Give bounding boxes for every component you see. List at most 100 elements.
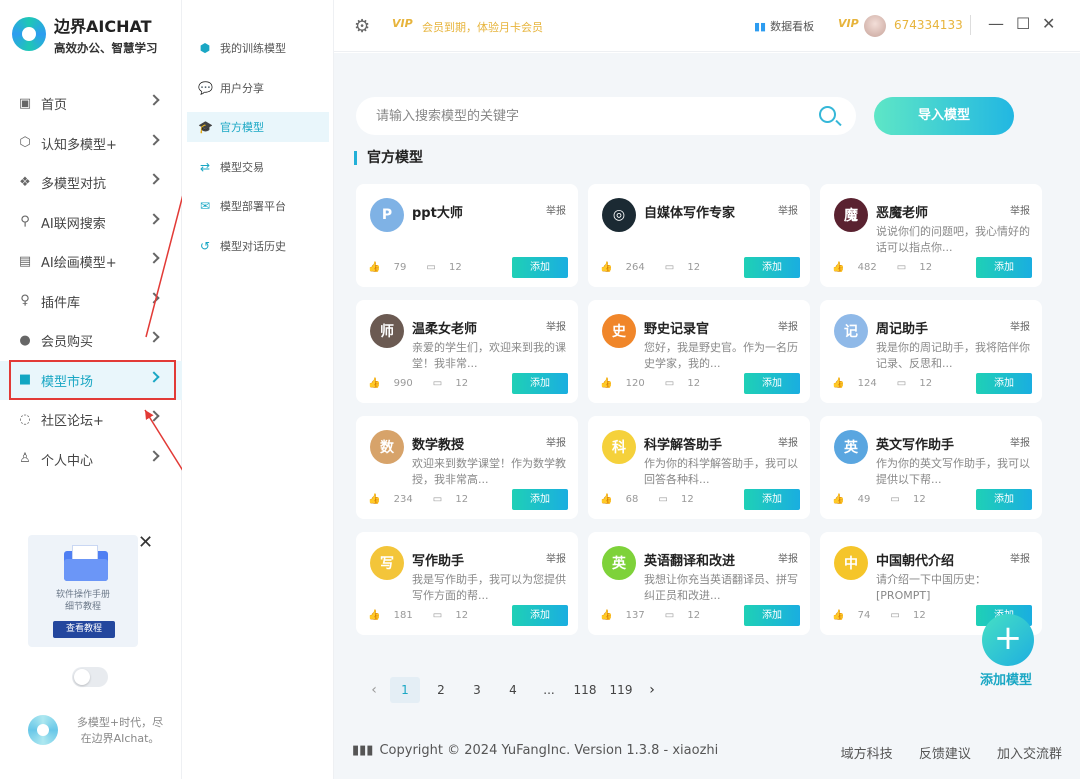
add-button[interactable]: 添加 <box>744 605 800 626</box>
gear-icon[interactable]: ⚙ <box>354 16 370 37</box>
comment-icon[interactable]: ▭ <box>433 494 442 505</box>
sub-item-my-training-models[interactable]: ⬢ 我的训练模型 <box>196 33 334 63</box>
page-number[interactable]: 118 <box>570 677 600 703</box>
search-input[interactable] <box>376 97 806 135</box>
thumbs-up-icon[interactable]: 👍 <box>832 378 844 389</box>
add-button[interactable]: 添加 <box>512 605 568 626</box>
report-link[interactable]: 举报 <box>778 202 798 217</box>
add-button[interactable]: 添加 <box>512 257 568 278</box>
close-icon[interactable]: ✕ <box>138 532 153 553</box>
comment-icon[interactable]: ▭ <box>433 378 442 389</box>
comment-icon[interactable]: ▭ <box>665 610 674 621</box>
model-card[interactable]: 数数学教授 举报 欢迎来到数学课堂！作为数学教授，我非常高... 👍 234 ▭ 12 添… <box>356 416 578 519</box>
next-page-icon[interactable]: › <box>642 682 662 698</box>
sub-item-chat-history[interactable]: ↺ 模型对话历史 <box>196 231 334 261</box>
import-model-button[interactable]: 导入模型 <box>874 97 1014 135</box>
page-number[interactable]: 1 <box>390 677 420 703</box>
app-logo[interactable]: 边界AICHAT 高效办公、智慧学习 <box>12 14 182 55</box>
model-card[interactable]: 师温柔女老师 举报 亲爱的学生们，欢迎来到我的课堂！我非常... 👍 990 ▭ 12 添… <box>356 300 578 403</box>
thumbs-up-icon[interactable]: 👍 <box>600 262 612 273</box>
dashboard-link[interactable]: ▮▮ 数据看板 <box>754 18 814 34</box>
theme-toggle[interactable] <box>72 667 108 687</box>
sub-item-deploy-platform[interactable]: ✉ 模型部署平台 <box>196 191 334 221</box>
thumbs-up-icon[interactable]: 👍 <box>832 262 844 273</box>
add-button[interactable]: 添加 <box>976 257 1032 278</box>
report-link[interactable]: 举报 <box>1010 202 1030 217</box>
page-number[interactable]: 3 <box>462 677 492 703</box>
thumbs-up-icon[interactable]: 👍 <box>368 262 380 273</box>
report-link[interactable]: 举报 <box>1010 550 1030 565</box>
thumbs-up-icon[interactable]: 👍 <box>832 494 844 505</box>
nav-item-home[interactable]: ▣ 首页 <box>0 84 182 124</box>
add-model-fab[interactable]: + <box>982 614 1034 666</box>
nav-item-profile[interactable]: ♙ 个人中心 <box>0 440 182 480</box>
footer-link-join-group[interactable]: 加入交流群 <box>997 747 1062 762</box>
add-button[interactable]: 添加 <box>744 373 800 394</box>
page-number[interactable]: 2 <box>426 677 456 703</box>
comment-icon[interactable]: ▭ <box>433 610 442 621</box>
maximize-icon[interactable]: ☐ <box>1016 14 1030 33</box>
view-tutorial-button[interactable]: 查看教程 <box>53 621 115 638</box>
report-link[interactable]: 举报 <box>778 318 798 333</box>
footer-link-feedback[interactable]: 反馈建议 <box>919 747 971 762</box>
footer-link-company[interactable]: 域方科技 <box>841 747 893 762</box>
comment-icon[interactable]: ▭ <box>426 262 435 273</box>
thumbs-up-icon[interactable]: 👍 <box>832 610 844 621</box>
thumbs-up-icon[interactable]: 👍 <box>600 494 612 505</box>
report-link[interactable]: 举报 <box>778 550 798 565</box>
model-card[interactable]: 英英语翻译和改进 举报 我想让你充当英语翻译员、拼写纠正员和改进... 👍 137 ▭ … <box>588 532 810 635</box>
report-link[interactable]: 举报 <box>546 202 566 217</box>
comment-icon[interactable]: ▭ <box>890 494 899 505</box>
add-button[interactable]: 添加 <box>744 489 800 510</box>
model-card[interactable]: 魔恶魔老师 举报 说说你们的问题吧，我心情好的话可以指点你... 👍 482 ▭ 12 添… <box>820 184 1042 287</box>
comment-icon[interactable]: ▭ <box>658 494 667 505</box>
prev-page-icon[interactable]: ‹ <box>364 682 384 698</box>
model-card[interactable]: ◎ 自媒体写作专家 举报 👍 264 ▭ 12 添加 <box>588 184 810 287</box>
add-button[interactable]: 添加 <box>976 373 1032 394</box>
nav-item-cognitive-models[interactable]: ⬡ 认知多模型+ <box>0 124 182 164</box>
page-number[interactable]: 119 <box>606 677 636 703</box>
comment-icon[interactable]: ▭ <box>897 262 906 273</box>
nav-item-ai-painting[interactable]: ▤ AI绘画模型+ <box>0 242 182 282</box>
sub-item-official-models[interactable]: 🎓 官方模型 <box>187 112 329 142</box>
nav-item-model-battle[interactable]: ❖ 多模型对抗 <box>0 163 182 203</box>
thumbs-up-icon[interactable]: 👍 <box>600 378 612 389</box>
comment-icon[interactable]: ▭ <box>897 378 906 389</box>
nav-item-forum[interactable]: ◌ 社区论坛+ <box>0 400 182 440</box>
add-button[interactable]: 添加 <box>512 489 568 510</box>
user-id[interactable]: 674334133 <box>894 18 963 32</box>
sub-item-user-share[interactable]: 💬 用户分享 <box>196 73 334 103</box>
report-link[interactable]: 举报 <box>1010 318 1030 333</box>
model-card[interactable]: 英英文写作助手 举报 作为你的英文写作助手，我可以提供以下帮... 👍 49 ▭ 12 添… <box>820 416 1042 519</box>
vip-promo-link[interactable]: 会员到期，体验月卡会员 <box>422 19 543 35</box>
nav-item-membership[interactable]: ● 会员购买 <box>0 321 182 361</box>
thumbs-up-icon[interactable]: 👍 <box>368 378 380 389</box>
add-button[interactable]: 添加 <box>976 489 1032 510</box>
add-button[interactable]: 添加 <box>744 257 800 278</box>
report-link[interactable]: 举报 <box>778 434 798 449</box>
nav-item-ai-search[interactable]: ⚲ AI联网搜索 <box>0 203 182 243</box>
report-link[interactable]: 举报 <box>546 434 566 449</box>
model-card[interactable]: Pppt大师 举报 👍 79 ▭ 12 添加 <box>356 184 578 287</box>
report-link[interactable]: 举报 <box>546 550 566 565</box>
comment-icon[interactable]: ▭ <box>665 262 674 273</box>
model-card[interactable]: 记周记助手 举报 我是你的周记助手，我将陪伴你记录、反思和... 👍 124 ▭ 12 添… <box>820 300 1042 403</box>
page-number[interactable]: 4 <box>498 677 528 703</box>
sub-item-model-trade[interactable]: ⇄ 模型交易 <box>196 152 334 182</box>
model-card[interactable]: 史野史记录官 举报 您好，我是野史官。作为一名历史学家，我的... 👍 120 ▭ 12… <box>588 300 810 403</box>
model-card[interactable]: 科科学解答助手 举报 作为你的科学解答助手，我可以回答各种科... 👍 68 ▭ 12 添… <box>588 416 810 519</box>
report-link[interactable]: 举报 <box>546 318 566 333</box>
close-window-icon[interactable]: ✕ <box>1042 14 1055 33</box>
comment-icon[interactable]: ▭ <box>890 610 899 621</box>
avatar[interactable] <box>864 15 886 37</box>
thumbs-up-icon[interactable]: 👍 <box>368 494 380 505</box>
comment-icon[interactable]: ▭ <box>665 378 674 389</box>
thumbs-up-icon[interactable]: 👍 <box>600 610 612 621</box>
add-button[interactable]: 添加 <box>512 373 568 394</box>
minimize-icon[interactable]: — <box>988 14 1004 33</box>
add-model-label[interactable]: 添加模型 <box>980 669 1032 688</box>
model-card[interactable]: 写写作助手 举报 我是写作助手，我可以为您提供写作方面的帮... 👍 181 ▭ 12 添… <box>356 532 578 635</box>
nav-item-plugins[interactable]: ♀ 插件库 <box>0 282 182 322</box>
thumbs-up-icon[interactable]: 👍 <box>368 610 380 621</box>
report-link[interactable]: 举报 <box>1010 434 1030 449</box>
